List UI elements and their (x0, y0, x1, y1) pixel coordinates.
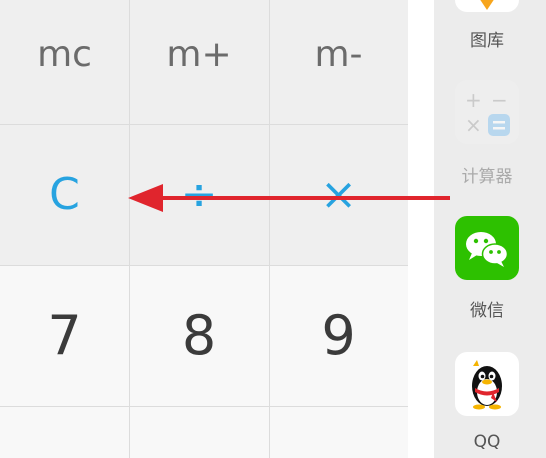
dock-app-calculator[interactable]: + − × 计算器 (434, 80, 546, 190)
digit-row-789: 7 8 9 (0, 265, 408, 406)
qq-label: QQ (473, 432, 501, 452)
digit-7-label: 7 (47, 304, 82, 367)
calculator-keypad: mc m+ m- C ÷ × 7 8 9 (0, 0, 409, 458)
multiply-label: × (320, 169, 357, 220)
memory-row: mc m+ m- (0, 0, 408, 124)
divider (0, 265, 408, 266)
m-plus-button[interactable]: m+ (129, 0, 269, 124)
svg-text:×: × (465, 113, 482, 137)
gallery-label: 图库 (470, 31, 504, 51)
mc-button[interactable]: mc (0, 0, 129, 124)
divider (269, 0, 270, 458)
digit-9-button[interactable]: 9 (269, 265, 408, 406)
svg-text:−: − (491, 88, 508, 112)
m-minus-button[interactable]: m- (269, 0, 408, 124)
qq-icon (455, 352, 519, 416)
operator-row: C ÷ × (0, 124, 408, 265)
digit-4-button[interactable] (0, 406, 129, 458)
gallery-icon (455, 0, 519, 12)
m-plus-label: m+ (166, 33, 232, 75)
digit-7-button[interactable]: 7 (0, 265, 129, 406)
divider (0, 406, 408, 407)
digit-9-label: 9 (321, 304, 356, 367)
dock-edge (408, 0, 434, 458)
digit-6-button[interactable] (269, 406, 408, 458)
calculator-label: 计算器 (461, 167, 513, 187)
mc-label: mc (37, 33, 92, 75)
multiply-button[interactable]: × (269, 124, 408, 265)
m-minus-label: m- (314, 33, 363, 75)
digit-8-label: 8 (181, 304, 217, 367)
app-dock: 图库 + − × 计算器 微信 QQ (434, 0, 546, 458)
wechat-icon (455, 216, 519, 280)
divider (129, 0, 130, 458)
divider (0, 124, 408, 125)
divide-label: ÷ (180, 169, 218, 220)
dock-app-gallery[interactable]: 图库 (434, 0, 546, 60)
calculator-icon: + − × (455, 80, 519, 144)
svg-text:+: + (465, 88, 482, 112)
dock-app-wechat[interactable]: 微信 (434, 216, 546, 326)
divide-button[interactable]: ÷ (129, 124, 269, 265)
clear-button[interactable]: C (0, 124, 129, 265)
digit-5-button[interactable] (129, 406, 269, 458)
wechat-label: 微信 (470, 301, 504, 321)
clear-label: C (49, 169, 80, 220)
digit-8-button[interactable]: 8 (129, 265, 269, 406)
dock-app-qq[interactable]: QQ (434, 352, 546, 458)
digit-row-456-partial (0, 406, 408, 458)
